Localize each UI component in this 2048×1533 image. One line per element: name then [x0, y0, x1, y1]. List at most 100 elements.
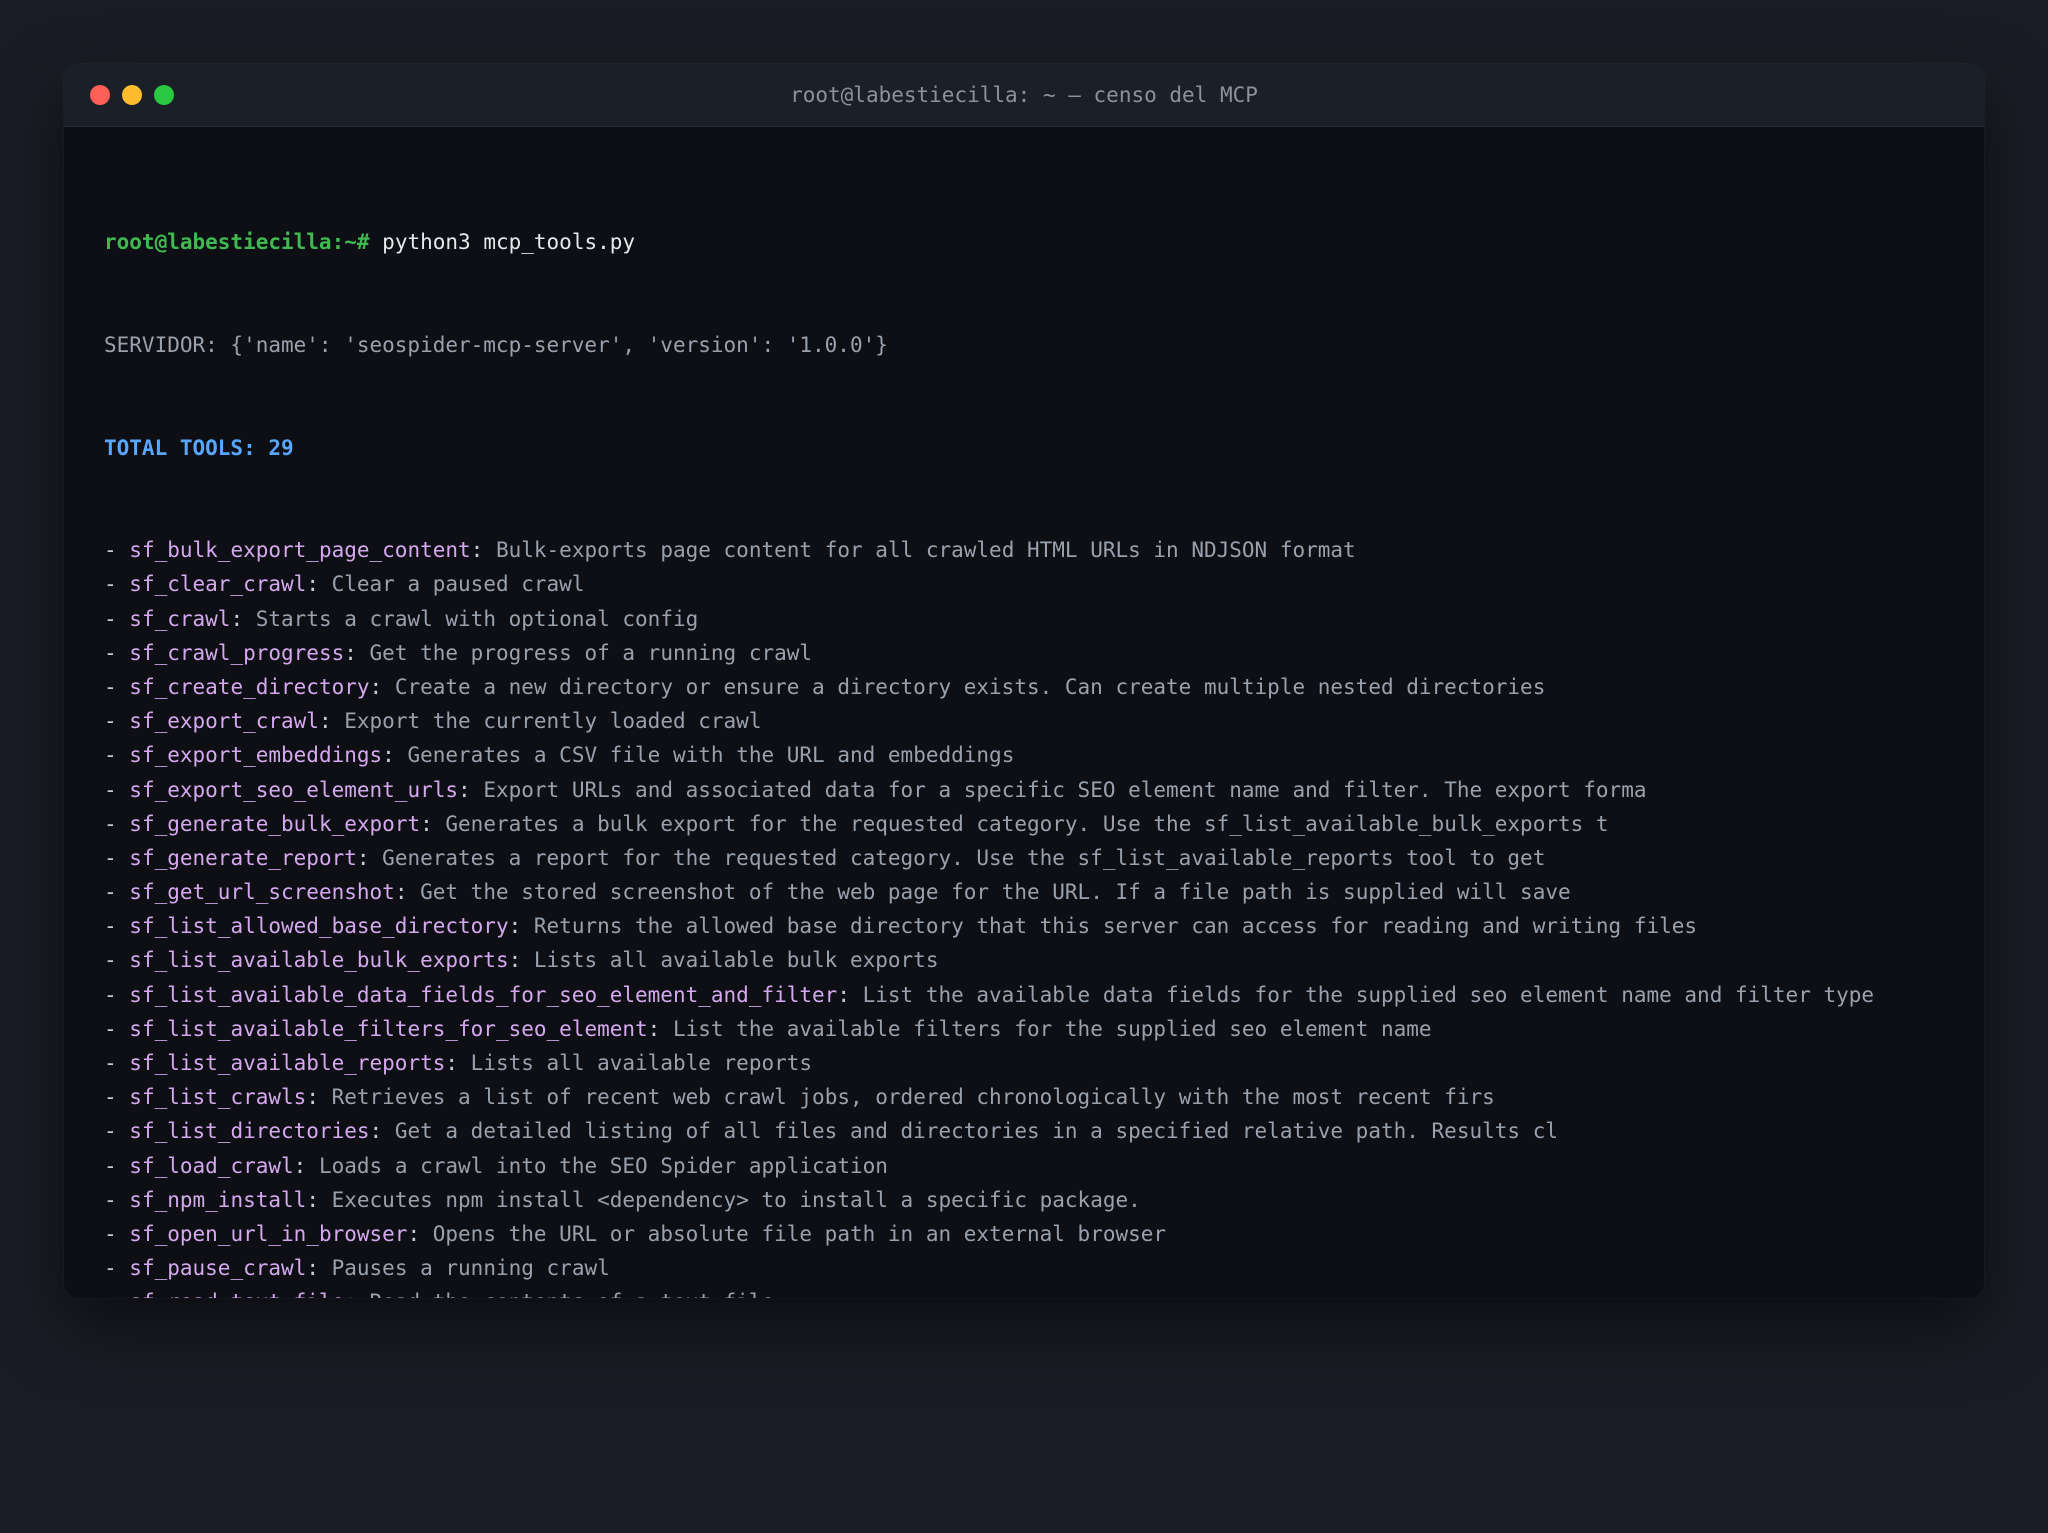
- name-separator: :: [394, 880, 421, 905]
- tool-list-item: - sf_list_available_filters_for_seo_elem…: [104, 1012, 1944, 1046]
- tool-name: sf_pause_crawl: [129, 1256, 307, 1281]
- tool-list-item: - sf_crawl_progress: Get the progress of…: [104, 636, 1944, 670]
- list-bullet: -: [104, 1016, 130, 1041]
- name-separator: :: [470, 538, 496, 563]
- tool-list-item: - sf_export_seo_element_urls: Export URL…: [104, 773, 1944, 807]
- tool-list-item: - sf_export_embeddings: Generates a CSV …: [104, 738, 1944, 772]
- tool-list-item: - sf_get_url_screenshot: Get the stored …: [104, 875, 1944, 909]
- tool-name: sf_generate_report: [129, 845, 357, 870]
- tool-list-item: - sf_create_directory: Create a new dire…: [104, 670, 1944, 704]
- tool-name: sf_list_crawls: [129, 1085, 307, 1110]
- tool-description: Retrieves a list of recent web crawl job…: [331, 1085, 1495, 1110]
- tool-list-item: - sf_crawl: Starts a crawl with optional…: [104, 602, 1944, 636]
- name-separator: :: [458, 777, 484, 802]
- list-bullet: -: [104, 777, 130, 802]
- tool-list-item: - sf_list_crawls: Retrieves a list of re…: [104, 1080, 1944, 1114]
- tool-list-item: - sf_bulk_export_page_content: Bulk-expo…: [104, 533, 1944, 567]
- name-separator: :: [293, 1153, 319, 1178]
- tool-list-item: - sf_export_crawl: Export the currently …: [104, 704, 1944, 738]
- name-separator: :: [420, 811, 446, 836]
- tool-name: sf_create_directory: [129, 674, 370, 699]
- name-separator: :: [230, 606, 256, 631]
- tool-description: Pauses a running crawl: [331, 1256, 610, 1281]
- list-bullet: -: [104, 743, 130, 768]
- tool-name: sf_list_available_bulk_exports: [129, 948, 509, 973]
- tool-description: Executes npm install <dependency> to ins…: [331, 1187, 1141, 1212]
- tool-list-item: - sf_list_available_data_fields_for_seo_…: [104, 978, 1944, 1012]
- list-bullet: -: [104, 1221, 130, 1246]
- tool-list: - sf_bulk_export_page_content: Bulk-expo…: [104, 533, 1944, 1298]
- list-bullet: -: [104, 674, 130, 699]
- name-separator: :: [369, 674, 395, 699]
- tool-name: sf_open_url_in_browser: [129, 1221, 408, 1246]
- list-bullet: -: [104, 845, 130, 870]
- terminal-output[interactable]: root@labestiecilla:~# python3 mcp_tools.…: [64, 127, 1984, 1298]
- terminal-window: root@labestiecilla: ~ — censo del MCP ro…: [64, 64, 1984, 1298]
- tool-list-item: - sf_list_available_reports: Lists all a…: [104, 1046, 1944, 1080]
- list-bullet: -: [104, 1290, 129, 1298]
- list-bullet: -: [104, 1187, 130, 1212]
- name-separator: :: [445, 1051, 471, 1075]
- window-title: root@labestiecilla: ~ — censo del MCP: [790, 83, 1258, 107]
- tool-list-item: - sf_generate_bulk_export: Generates a b…: [104, 807, 1944, 841]
- list-bullet: -: [104, 982, 130, 1007]
- tool-name: sf_crawl_progress: [129, 640, 345, 665]
- tool-name: sf_read_text_file: [129, 1290, 344, 1298]
- tool-description: Bulk-exports page content for all crawle…: [495, 538, 1356, 563]
- list-bullet: -: [104, 880, 130, 905]
- tool-name: sf_export_crawl: [129, 709, 319, 734]
- tool-list-item: - sf_load_crawl: Loads a crawl into the …: [104, 1149, 1944, 1183]
- list-bullet: -: [104, 606, 130, 631]
- tool-name: sf_list_directories: [129, 1119, 370, 1144]
- tool-description: Generates a CSV file with the URL and em…: [407, 743, 1015, 768]
- tool-list-item: - sf_generate_report: Generates a report…: [104, 841, 1944, 875]
- name-separator: :: [306, 572, 332, 597]
- list-bullet: -: [104, 811, 130, 836]
- tool-list-item: - sf_npm_install: Executes npm install <…: [104, 1183, 1944, 1217]
- name-separator: :: [508, 948, 534, 973]
- server-info-line: SERVIDOR: {'name': 'seospider-mcp-server…: [104, 333, 888, 357]
- tool-description: Export URLs and associated data for a sp…: [483, 777, 1647, 802]
- tool-name: sf_load_crawl: [129, 1153, 294, 1178]
- tool-list-item: - sf_read_text_file: Read the contents o…: [104, 1285, 1944, 1298]
- tool-name: sf_bulk_export_page_content: [129, 538, 471, 563]
- list-bullet: -: [104, 1051, 130, 1075]
- tool-name: sf_generate_bulk_export: [129, 811, 421, 836]
- tool-description: Generates a report for the requested cat…: [382, 845, 1546, 870]
- tool-description: Get the stored screenshot of the web pag…: [420, 880, 1571, 905]
- name-separator: :: [306, 1085, 332, 1110]
- tool-description: List the available data fields for the s…: [862, 982, 1875, 1007]
- tool-name: sf_export_embeddings: [129, 743, 383, 768]
- tool-description: Get the progress of a running crawl: [369, 640, 813, 665]
- tool-list-item: - sf_list_allowed_base_directory: Return…: [104, 909, 1944, 943]
- tool-name: sf_list_allowed_base_directory: [129, 914, 509, 939]
- shell-prompt: root@labestiecilla:~#: [104, 230, 370, 255]
- tool-name: sf_list_available_data_fields_for_seo_el…: [129, 982, 838, 1007]
- list-bullet: -: [104, 1153, 130, 1178]
- tool-name: sf_export_seo_element_urls: [129, 777, 459, 802]
- list-bullet: -: [104, 538, 130, 563]
- name-separator: :: [369, 1119, 395, 1144]
- tool-description: Loads a crawl into the SEO Spider applic…: [318, 1153, 888, 1178]
- tool-description: Lists all available reports: [470, 1051, 813, 1075]
- list-bullet: -: [104, 914, 130, 939]
- tool-description: Generates a bulk export for the requeste…: [445, 811, 1609, 836]
- tool-list-item: - sf_list_directories: Get a detailed li…: [104, 1114, 1944, 1148]
- title-bar: root@labestiecilla: ~ — censo del MCP: [64, 64, 1984, 127]
- name-separator: :: [306, 1187, 332, 1212]
- tool-list-item: - sf_list_available_bulk_exports: Lists …: [104, 943, 1944, 977]
- list-bullet: -: [104, 572, 130, 597]
- tool-description: Get a detailed listing of all files and …: [394, 1119, 1558, 1144]
- name-separator: :: [318, 709, 345, 734]
- name-separator: :: [382, 743, 408, 768]
- tool-name: sf_list_available_filters_for_seo_elemen…: [129, 1016, 648, 1041]
- name-separator: :: [837, 982, 863, 1007]
- tool-description: Clear a paused crawl: [331, 572, 585, 597]
- tool-name: sf_get_url_screenshot: [129, 880, 395, 905]
- list-bullet: -: [104, 948, 130, 973]
- tool-list-item: - sf_clear_crawl: Clear a paused crawl: [104, 567, 1944, 601]
- tool-list-item: - sf_pause_crawl: Pauses a running crawl: [104, 1251, 1944, 1285]
- tool-list-item: - sf_open_url_in_browser: Opens the URL …: [104, 1217, 1944, 1251]
- list-bullet: -: [104, 1256, 130, 1281]
- name-separator: :: [356, 845, 383, 870]
